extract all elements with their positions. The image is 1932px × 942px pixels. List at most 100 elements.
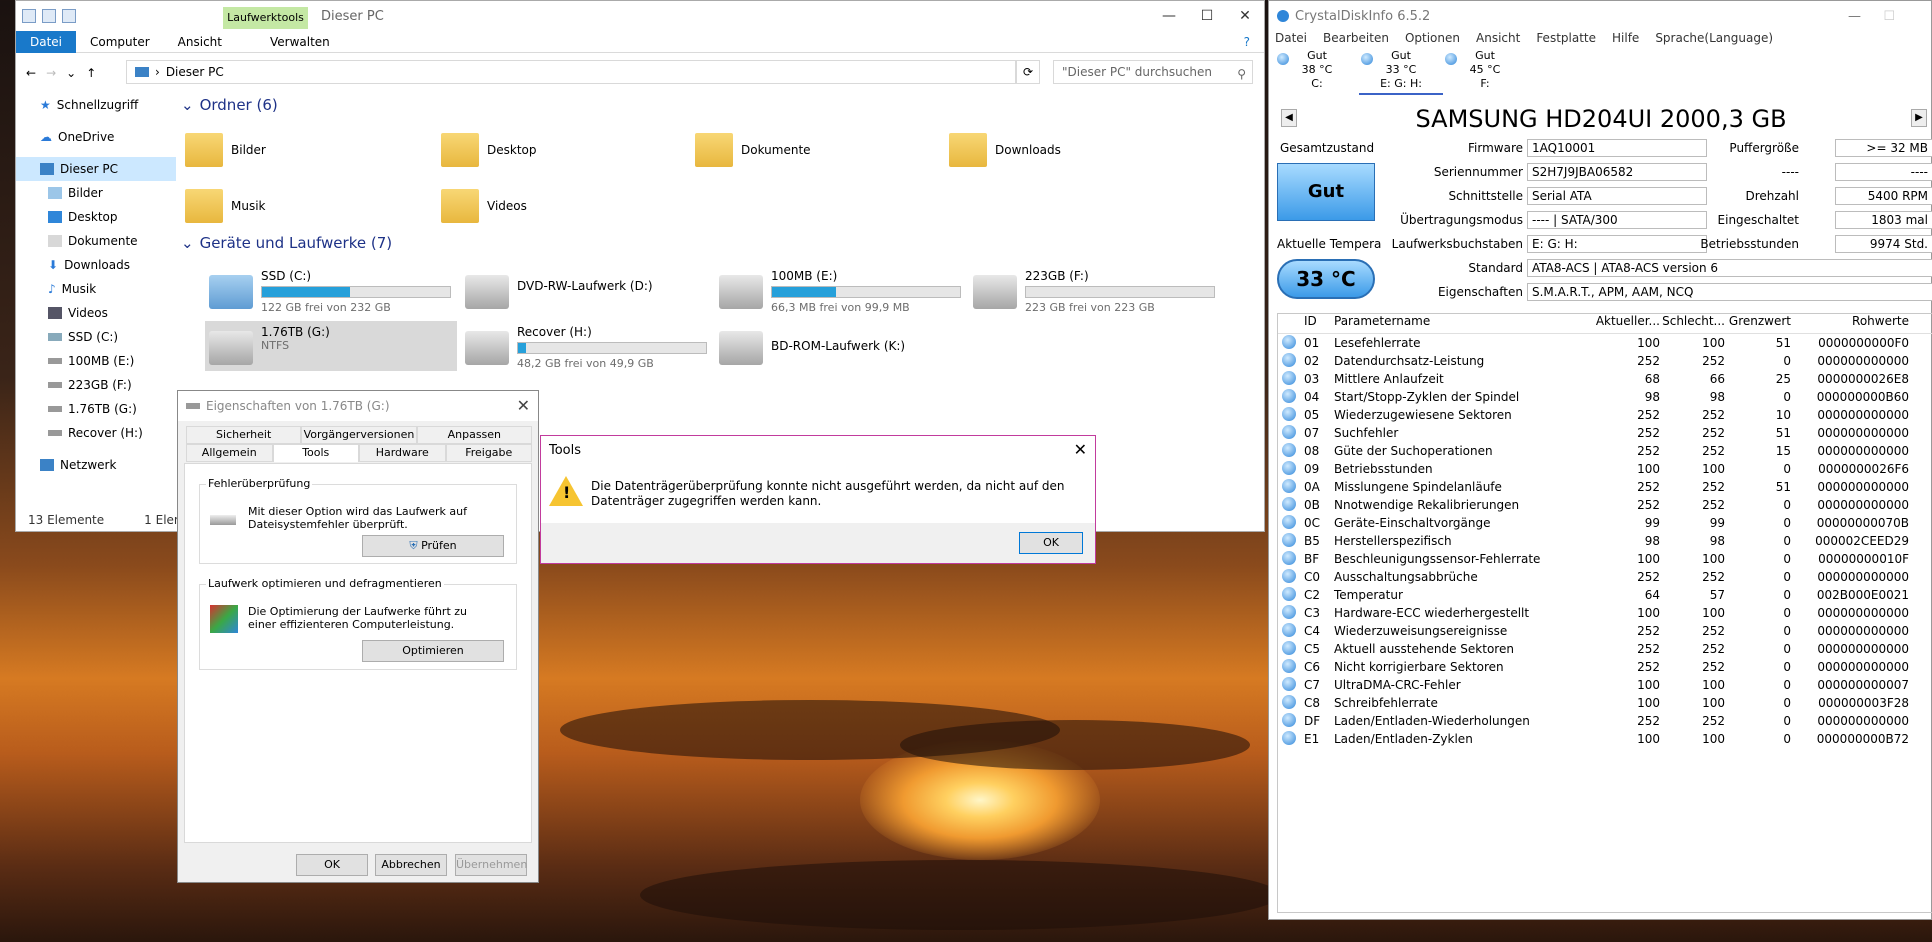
tab-sharing[interactable]: Freigabe [445, 444, 532, 462]
disk-tab[interactable]: Gut 45 °C F: [1443, 49, 1527, 95]
help-icon[interactable]: ? [1230, 35, 1264, 49]
address-bar[interactable]: › Dieser PC [126, 60, 1016, 84]
folders-group-header[interactable]: ⌄ Ordner (6) [181, 93, 1264, 117]
table-row[interactable]: C4 Wiederzuweisungsereignisse 252 252 0 00000… [1278, 622, 1932, 640]
table-row[interactable]: 03 Mittlere Anlaufzeit 68 66 25 0000000026E8 [1278, 370, 1932, 388]
table-row[interactable]: 02 Datendurchsatz-Leistung 252 252 0 00000000… [1278, 352, 1932, 370]
close-icon[interactable]: ✕ [517, 396, 530, 415]
tab-view[interactable]: Ansicht [164, 35, 236, 49]
new-folder-icon[interactable] [62, 9, 76, 23]
drive-100mb-e[interactable]: 100MB (E:) 66,3 MB frei von 99,9 MB [715, 265, 965, 318]
menu-help[interactable]: Hilfe [1612, 31, 1639, 49]
table-row[interactable]: 04 Start/Stopp-Zyklen der Spindel 98 98 0 000… [1278, 388, 1932, 406]
column-header[interactable]: Schlecht... [1660, 314, 1725, 333]
drive-dvd-d[interactable]: DVD-RW-Laufwerk (D:) [461, 265, 657, 313]
column-header[interactable]: Rohwerte [1791, 314, 1915, 333]
nav-item-videos[interactable]: Videos [16, 301, 176, 325]
close-icon[interactable]: ✕ [1074, 440, 1087, 459]
next-disk-button[interactable]: ▶ [1911, 109, 1927, 127]
back-icon[interactable]: ← [26, 66, 36, 80]
tab-computer[interactable]: Computer [76, 35, 164, 49]
folder-downloads[interactable]: Downloads [949, 133, 1061, 167]
chevron-down-icon[interactable]: ⌄ [66, 66, 76, 80]
folder-music[interactable]: Musik [185, 189, 266, 223]
table-row[interactable]: 08 Güte der Suchoperationen 252 252 15 000000… [1278, 442, 1932, 460]
table-row[interactable]: 0C Geräte-Einschaltvorgänge 99 99 0 000000000… [1278, 514, 1932, 532]
optimize-button[interactable]: Optimieren [362, 640, 504, 662]
nav-item-onedrive[interactable]: ☁ OneDrive [16, 125, 176, 149]
folder-videos[interactable]: Videos [441, 189, 527, 223]
table-row[interactable]: C0 Ausschaltungsabbrüche 252 252 0 0000000000… [1278, 568, 1932, 586]
table-row[interactable]: C2 Temperatur 64 57 0 002B000E0021 [1278, 586, 1932, 604]
temperature-value[interactable]: 33 °C [1277, 259, 1375, 299]
menu-view[interactable]: Ansicht [1476, 31, 1520, 49]
tab-hardware[interactable]: Hardware [359, 444, 446, 462]
nav-item-100mb-e[interactable]: 100MB (E:) [16, 349, 176, 373]
table-row[interactable]: C3 Hardware-ECC wiederhergestellt 100 100 0 0… [1278, 604, 1932, 622]
tab-customize[interactable]: Anpassen [416, 426, 532, 444]
nav-item-desktop[interactable]: Desktop [16, 205, 176, 229]
tab-previous-versions[interactable]: Vorgängerversionen [301, 426, 417, 444]
maximize-icon[interactable]: ☐ [1188, 1, 1226, 31]
check-button[interactable]: ⛨ Prüfen [362, 535, 504, 557]
menu-options[interactable]: Optionen [1405, 31, 1460, 49]
refresh-icon[interactable]: ⟳ [1016, 60, 1040, 84]
minimize-icon[interactable]: — [1150, 1, 1188, 31]
breadcrumb[interactable]: Dieser PC [166, 65, 224, 79]
tab-file[interactable]: Datei [16, 30, 77, 53]
table-row[interactable]: 05 Wiederzugewiesene Sektoren 252 252 10 0000… [1278, 406, 1932, 424]
menu-file[interactable]: Datei [1275, 31, 1307, 49]
computer-icon[interactable] [22, 9, 36, 23]
column-header[interactable]: Aktueller... [1590, 314, 1660, 333]
close-icon[interactable]: ✕ [1226, 1, 1264, 31]
menu-language[interactable]: Sprache(Language) [1655, 31, 1773, 49]
drive-bdrom-k[interactable]: BD-ROM-Laufwerk (K:) [715, 321, 909, 369]
column-header[interactable]: Grenzwert [1725, 314, 1791, 333]
menu-disk[interactable]: Festplatte [1536, 31, 1596, 49]
minimize-icon[interactable]: — [1848, 9, 1861, 24]
table-row[interactable]: DF Laden/Entladen-Wiederholungen 252 252 0 00… [1278, 712, 1932, 730]
column-header[interactable]: ID [1304, 314, 1334, 333]
nav-item-223gb-f[interactable]: 223GB (F:) [16, 373, 176, 397]
nav-item-recover-h[interactable]: Recover (H:) [16, 421, 176, 445]
tab-general[interactable]: Allgemein [186, 444, 273, 462]
disk-tab[interactable]: Gut 33 °C E: G: H: [1359, 49, 1443, 95]
search-input[interactable]: "Dieser PC" durchsuchen ⚲ [1053, 60, 1253, 84]
nav-item-pictures[interactable]: Bilder [16, 181, 176, 205]
nav-item-downloads[interactable]: ⬇ Downloads [16, 253, 176, 277]
nav-item-music[interactable]: ♪ Musik [16, 277, 176, 301]
tab-security[interactable]: Sicherheit [186, 426, 302, 444]
folder-pictures[interactable]: Bilder [185, 133, 266, 167]
drive-223gb-f[interactable]: 223GB (F:) 223 GB frei von 223 GB [969, 265, 1219, 318]
disk-tab[interactable]: Gut 38 °C C: [1275, 49, 1359, 95]
apply-button[interactable]: Übernehmen [455, 854, 527, 876]
drives-group-header[interactable]: ⌄ Geräte und Laufwerke (7) [181, 231, 392, 255]
column-header[interactable]: Parametername [1334, 314, 1590, 333]
tab-manage[interactable]: Verwalten [256, 35, 344, 49]
menu-edit[interactable]: Bearbeiten [1323, 31, 1389, 49]
folder-documents[interactable]: Dokumente [695, 133, 811, 167]
maximize-icon[interactable]: ☐ [1883, 9, 1895, 24]
drive-176tb-g[interactable]: 1.76TB (G:) NTFS [205, 321, 457, 371]
cancel-button[interactable]: Abbrechen [375, 854, 447, 876]
table-row[interactable]: C7 UltraDMA-CRC-Fehler 100 100 0 000000000007 [1278, 676, 1932, 694]
properties-icon[interactable] [42, 9, 56, 23]
drive-recover-h[interactable]: Recover (H:) 48,2 GB frei von 49,9 GB [461, 321, 711, 374]
table-row[interactable]: B5 Herstellerspezifisch 98 98 0 000002CEED29 [1278, 532, 1932, 550]
ok-button[interactable]: OK [296, 854, 368, 876]
table-row[interactable]: 0B Nnotwendige Rekalibrierungen 252 252 0 000… [1278, 496, 1932, 514]
health-status[interactable]: Gut [1277, 163, 1375, 221]
table-row[interactable]: C5 Aktuell ausstehende Sektoren 252 252 0 000… [1278, 640, 1932, 658]
drive-ssd-c[interactable]: SSD (C:) 122 GB frei von 232 GB [205, 265, 455, 318]
table-row[interactable]: C8 Schreibfehlerrate 100 100 0 000000003F28 [1278, 694, 1932, 712]
nav-item-documents[interactable]: Dokumente [16, 229, 176, 253]
nav-item-network[interactable]: Netzwerk [16, 453, 176, 477]
context-tab-drive-tools[interactable]: Laufwerktools [223, 7, 308, 29]
tab-tools[interactable]: Tools [272, 444, 359, 462]
ok-button[interactable]: OK [1019, 532, 1083, 554]
table-row[interactable]: 0A Misslungene Spindelanläufe 252 252 51 0000… [1278, 478, 1932, 496]
nav-item-this-pc[interactable]: Dieser PC [16, 157, 176, 181]
table-row[interactable]: 01 Lesefehlerrate 100 100 51 0000000000F0 [1278, 334, 1932, 352]
table-row[interactable]: BF Beschleunigungssensor-Fehlerrate 100 100… [1278, 550, 1932, 568]
nav-item-quick-access[interactable]: ★ Schnellzugriff [16, 93, 176, 117]
